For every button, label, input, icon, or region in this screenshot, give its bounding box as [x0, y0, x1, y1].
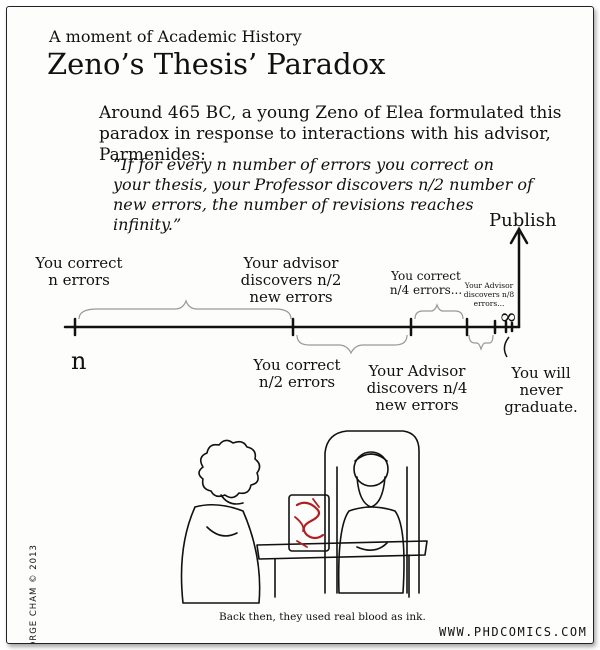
artist-signature: JORGE CHAM © 2013	[29, 544, 39, 644]
publish-label: Publish	[489, 210, 557, 231]
illustration	[180, 430, 428, 604]
parmenides-beard	[356, 476, 386, 508]
zeno-hair	[198, 439, 261, 499]
never-graduate-label: You will never graduate.	[504, 364, 578, 416]
comic-panel: A moment of Academic History Zeno’s Thes…	[6, 6, 594, 644]
site-credit: WWW.PHDCOMICS.COM	[439, 625, 588, 639]
infinity-symbol: ∞	[499, 305, 518, 330]
graduate-pointer	[503, 336, 510, 358]
zeno-robe	[180, 503, 261, 604]
desk	[256, 540, 428, 560]
label-advisor-n2: Your advisor discovers n/2 new errors	[240, 254, 342, 306]
label-correct-n2: You correct n/2 errors	[253, 356, 341, 391]
zeno-hand	[220, 494, 244, 505]
label-advisor-n8: Your Advisor discovers n/8 errors...	[463, 281, 515, 308]
n-label: n	[71, 347, 87, 375]
caption: Back then, they used real blood as ink.	[219, 611, 426, 623]
brace-advisor-n2	[296, 334, 408, 355]
label-advisor-n4: Your Advisor discovers n/4 new errors	[366, 362, 468, 414]
label-correct-n4: You correct n/4 errors...	[389, 269, 463, 297]
label-correct-n: You correct n errors	[35, 254, 123, 289]
brace-advisor-n8	[468, 334, 494, 351]
brace-correct-n4	[414, 303, 464, 320]
